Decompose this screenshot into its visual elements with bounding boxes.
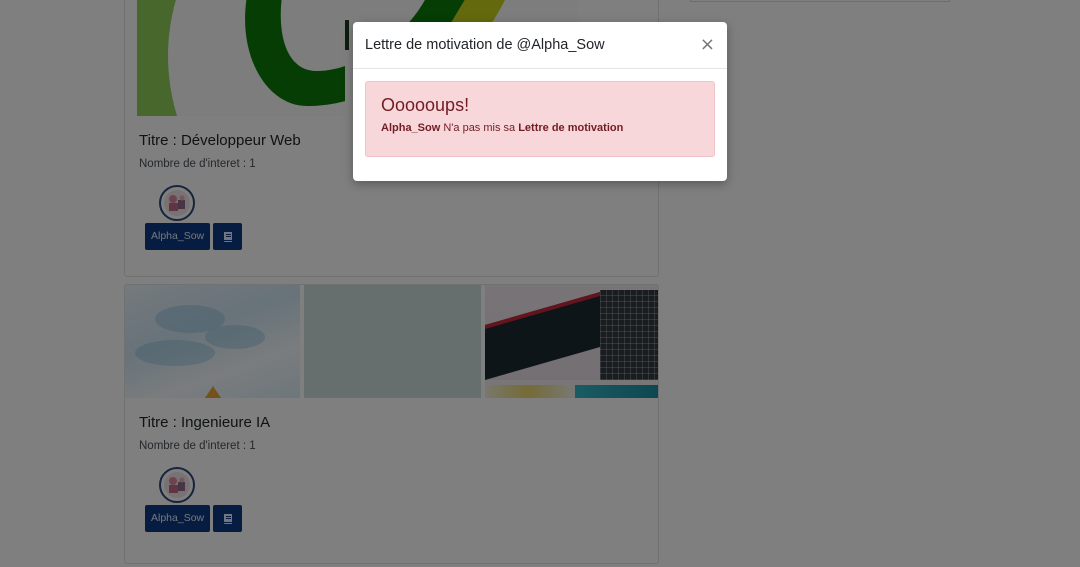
error-alert: Oooooups! Alpha_Sow N'a pas mis sa Lettr… — [365, 81, 715, 157]
modal-header: Lettre de motivation de @Alpha_Sow × — [353, 22, 727, 69]
alert-document-name: Lettre de motivation — [518, 122, 624, 134]
alert-message: Alpha_Sow N'a pas mis sa Lettre de motiv… — [381, 121, 699, 135]
alert-middle-text: N'a pas mis sa — [440, 122, 519, 134]
alert-heading: Oooooups! — [381, 95, 470, 115]
modal-title: Lettre de motivation de @Alpha_Sow — [365, 37, 605, 53]
motivation-letter-modal: Lettre de motivation de @Alpha_Sow × Ooo… — [353, 22, 727, 181]
close-icon[interactable]: × — [700, 36, 715, 54]
alert-username: Alpha_Sow — [381, 122, 441, 134]
